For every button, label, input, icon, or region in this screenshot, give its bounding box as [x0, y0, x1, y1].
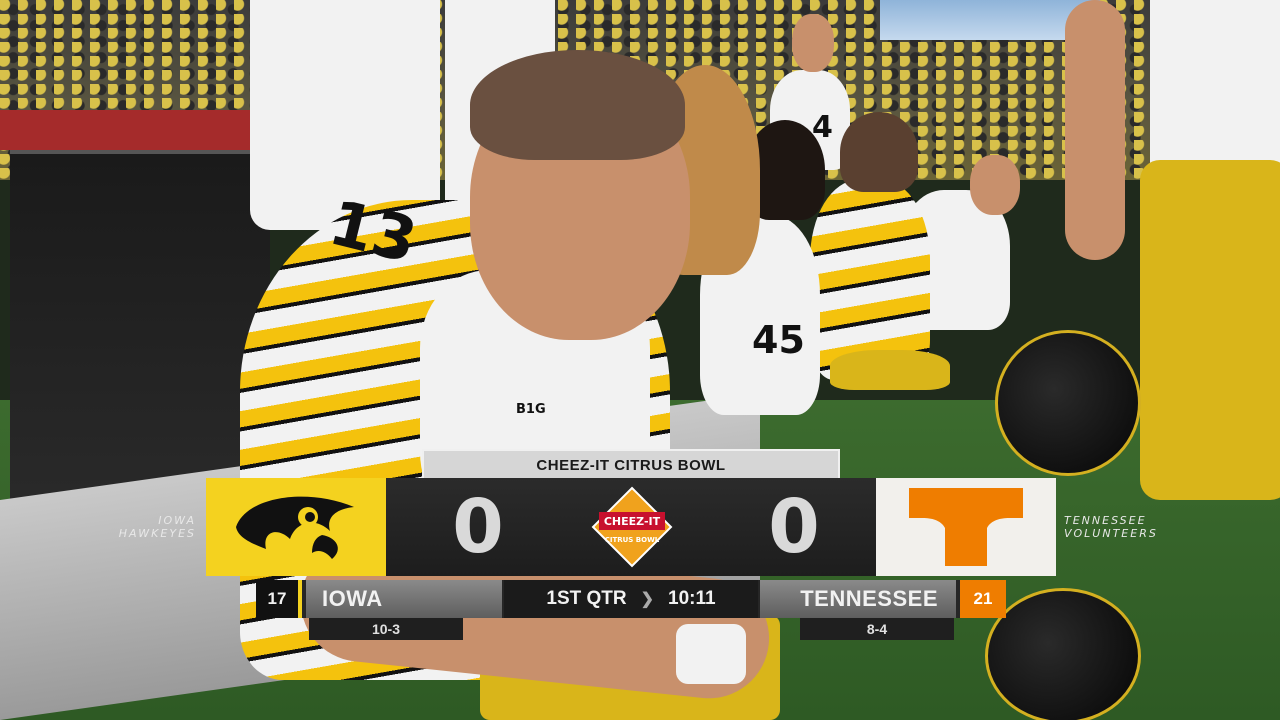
- home-side-label-line1: IOWA: [158, 514, 196, 527]
- sideline-cabinet: [10, 150, 270, 514]
- home-record: 10-3: [309, 618, 463, 640]
- divider-icon: ❯: [640, 591, 655, 608]
- time-remaining: 10:11: [668, 588, 716, 609]
- player-pants: [1140, 160, 1280, 500]
- power-t-icon: [909, 488, 1023, 566]
- hawkeye-icon: [236, 496, 354, 559]
- player-head: [840, 112, 918, 192]
- home-team-name: IOWA: [306, 580, 502, 618]
- stadium-wall: [0, 110, 270, 150]
- game-clock: 1ST QTR ❯ 10:11: [504, 580, 758, 618]
- helmet: [985, 588, 1141, 720]
- away-rank: 21: [960, 580, 1006, 618]
- player-head: [970, 155, 1020, 215]
- wrist-tape: [676, 624, 746, 684]
- player-standing-right: [1150, 0, 1280, 170]
- helmet: [995, 330, 1141, 476]
- away-team-name: TENNESSEE: [760, 580, 956, 618]
- bowl-logo-line1: CHEEZ-IT: [604, 515, 661, 528]
- player-head: [792, 14, 834, 72]
- player-arm: [1065, 0, 1125, 260]
- player-hair: [470, 50, 685, 160]
- period: 1ST QTR: [546, 588, 627, 609]
- away-team-logo: [876, 478, 1056, 576]
- cheez-it-citrus-bowl-icon: CHEEZ-IT CITRUS BOWL: [591, 486, 673, 568]
- home-side-label: IOWA HAWKEYES: [100, 514, 196, 540]
- home-team-logo: [206, 478, 386, 576]
- home-side-label-line2: HAWKEYES: [118, 527, 196, 540]
- bowl-logo-line2: CITRUS BOWL: [605, 536, 660, 544]
- away-side-label-line1: TENNESSEE: [1064, 514, 1147, 527]
- home-score: 0: [452, 484, 504, 570]
- away-score: 0: [768, 484, 820, 570]
- home-rank: 17: [256, 580, 302, 618]
- away-record: 8-4: [800, 618, 954, 640]
- conference-patch: B1G: [516, 402, 546, 417]
- player-pants: [830, 350, 950, 390]
- away-side-label: TENNESSEE VOLUNTEERS: [1064, 514, 1184, 540]
- away-side-label-line2: VOLUNTEERS: [1064, 527, 1158, 540]
- bowl-logo: CHEEZ-IT CITRUS BOWL: [562, 478, 702, 576]
- jersey-number: 45: [752, 318, 805, 362]
